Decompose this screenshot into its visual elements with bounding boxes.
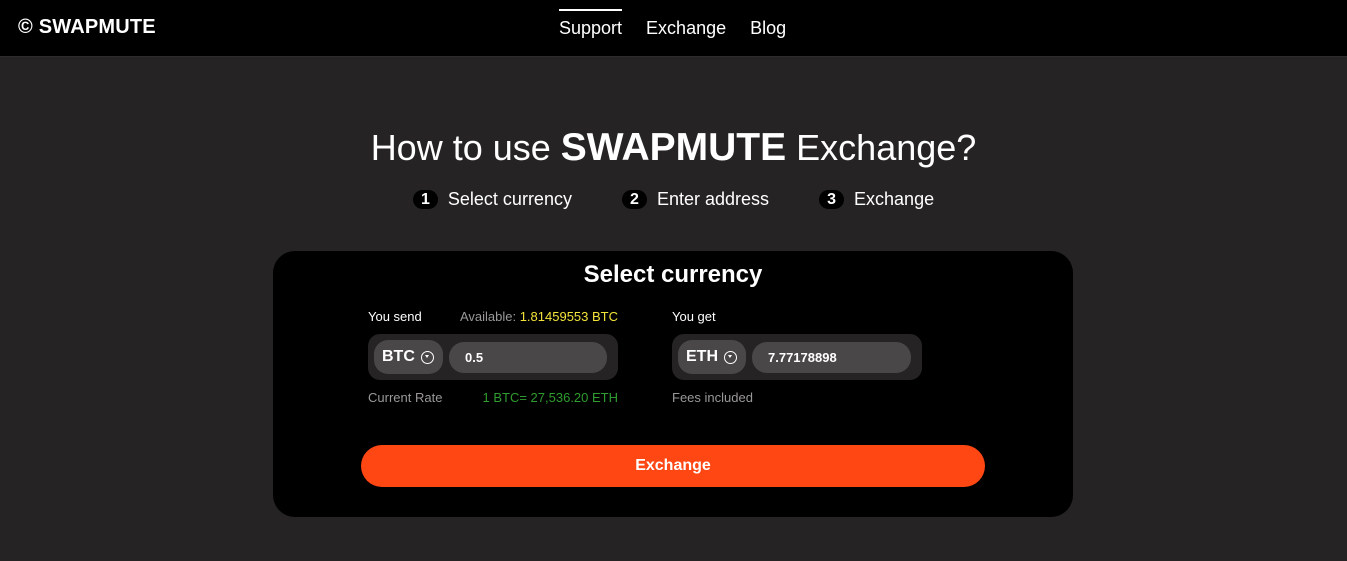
step-label: Select currency xyxy=(447,189,572,209)
send-column: You send Available: 1.81459553 BTC BTC C… xyxy=(368,309,618,405)
get-column: You get ETH Fees included xyxy=(672,309,922,405)
step-number: 2 xyxy=(621,190,647,209)
send-currency-code: BTC xyxy=(382,348,415,365)
get-input-group: ETH xyxy=(672,334,922,380)
step-1: 1 Select currency xyxy=(412,189,572,210)
title-prefix: How to use xyxy=(370,127,551,168)
fees-note: Fees included xyxy=(672,390,753,405)
nav-support[interactable]: Support xyxy=(559,9,623,49)
available-label: Available: xyxy=(459,309,517,324)
available-balance: Available: 1.81459553 BTC xyxy=(460,309,618,325)
step-number: 1 xyxy=(412,190,438,209)
send-label: You send xyxy=(368,309,422,324)
main-nav: Support Exchange Blog xyxy=(559,9,786,49)
available-value: 1.81459553 BTC xyxy=(519,309,618,324)
get-amount-input[interactable] xyxy=(752,342,911,373)
step-3: 3 Exchange xyxy=(819,189,934,210)
nav-exchange[interactable]: Exchange xyxy=(646,9,726,49)
get-label: You get xyxy=(672,309,716,324)
rate-value: 1 BTC= 27,536.20 ETH xyxy=(482,390,619,405)
get-currency-code: ETH xyxy=(686,348,718,365)
chevron-down-icon xyxy=(724,350,737,364)
steps-indicator: 1 Select currency 2 Enter address 3 Exch… xyxy=(0,189,1347,210)
brand-logo[interactable]: © SWAPMUTE xyxy=(18,16,156,39)
rate-label: Current Rate xyxy=(368,390,443,405)
exchange-card: Select currency You send Available: 1.81… xyxy=(273,251,1073,517)
top-navbar: © SWAPMUTE Support Exchange Blog xyxy=(0,0,1347,57)
step-label: Exchange xyxy=(854,189,935,209)
step-number: 3 xyxy=(819,190,845,209)
title-suffix: Exchange? xyxy=(796,127,977,168)
get-currency-select[interactable]: ETH xyxy=(678,340,746,374)
step-2: 2 Enter address xyxy=(621,189,770,210)
card-title: Select currency xyxy=(583,261,763,288)
title-brand: SWAPMUTE xyxy=(560,126,787,169)
chevron-down-icon xyxy=(420,350,434,364)
step-label: Enter address xyxy=(656,189,770,209)
send-amount-input[interactable] xyxy=(449,342,607,373)
send-currency-select[interactable]: BTC xyxy=(374,340,443,374)
exchange-button[interactable]: Exchange xyxy=(361,445,985,487)
page-title: How to use SWAPMUTE Exchange? xyxy=(0,126,1347,170)
nav-blog[interactable]: Blog xyxy=(750,9,786,49)
send-input-group: BTC xyxy=(368,334,618,380)
